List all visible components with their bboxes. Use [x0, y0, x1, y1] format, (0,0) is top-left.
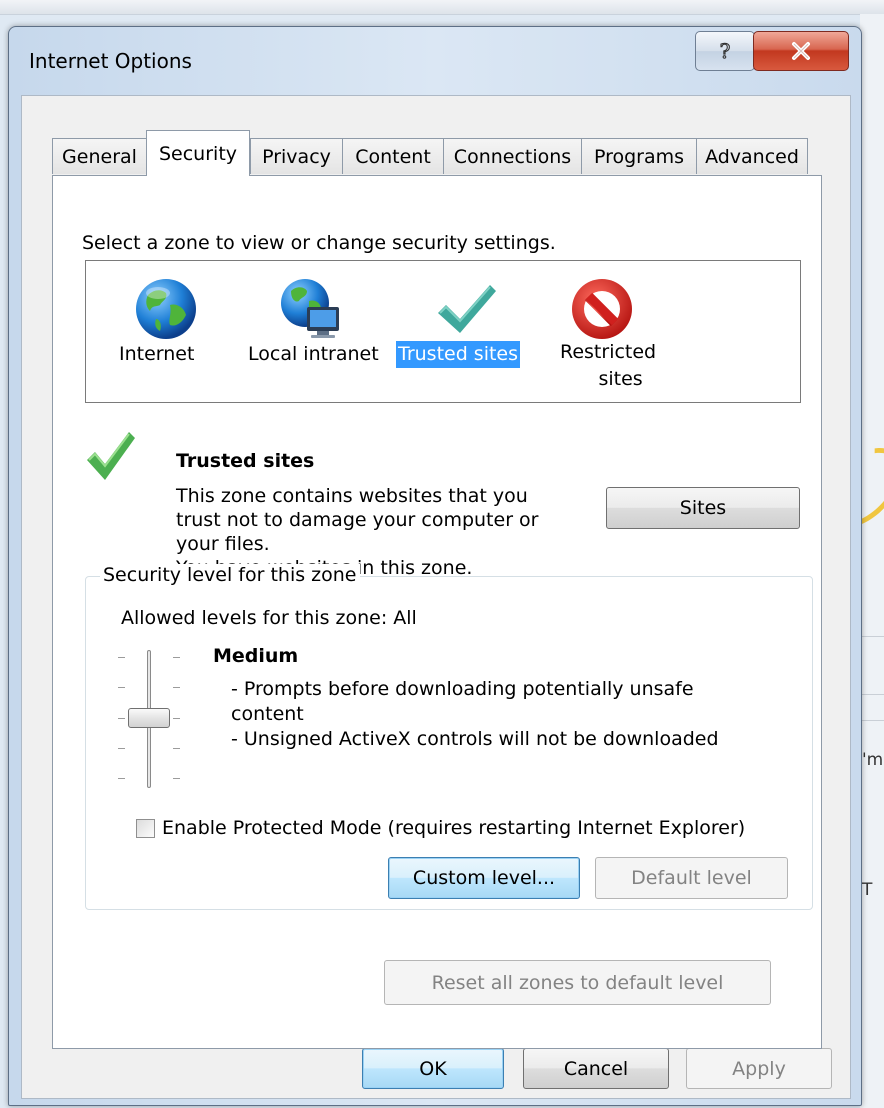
- checkmark-icon: [438, 285, 496, 333]
- zone-label-selected: Trusted sites: [396, 341, 521, 368]
- slider-thumb[interactable]: [128, 708, 170, 728]
- background-text-fragment: 'm: [862, 750, 884, 770]
- protected-mode-label[interactable]: Enable Protected Mode (requires restarti…: [162, 817, 745, 839]
- custom-level-button[interactable]: Custom level...: [388, 857, 580, 899]
- tab-advanced[interactable]: Advanced: [696, 138, 808, 174]
- cancel-button[interactable]: Cancel: [523, 1048, 669, 1089]
- zone-info-description: This zone contains websites that you: [176, 485, 528, 507]
- zone-info-title: Trusted sites: [176, 450, 315, 472]
- internet-options-dialog: Internet Options ? General Security Priv…: [8, 26, 862, 1106]
- protected-mode-checkbox[interactable]: [136, 819, 155, 838]
- slider-tick: [118, 778, 125, 779]
- zone-label: Internet: [119, 343, 195, 365]
- slider-tick: [173, 718, 180, 719]
- slider-tick: [118, 687, 125, 688]
- close-button[interactable]: [753, 31, 849, 71]
- checkmark-icon: [87, 432, 135, 480]
- zone-label-line: Restricted: [560, 341, 657, 363]
- ok-button[interactable]: OK: [362, 1048, 504, 1089]
- level-description: content: [231, 703, 304, 725]
- dialog-title: Internet Options: [29, 49, 192, 73]
- slider-tick: [118, 718, 125, 719]
- background-divider: [862, 720, 884, 721]
- globe-icon: [136, 279, 196, 339]
- dialog-client-area: General Security Privacy Content Connect…: [21, 95, 851, 1099]
- background-divider: [862, 636, 884, 637]
- zone-list: Internet Local intranet Trusted sites Re…: [85, 260, 801, 403]
- background-divider: [862, 694, 884, 695]
- security-tab-panel: Select a zone to view or change security…: [52, 175, 822, 1049]
- slider-tick: [173, 657, 180, 658]
- background-text-fragment: T: [862, 880, 873, 900]
- zone-prompt: Select a zone to view or change security…: [82, 232, 556, 254]
- help-icon: ?: [719, 40, 731, 62]
- apply-button[interactable]: Apply: [686, 1048, 832, 1089]
- title-bar: Internet Options ?: [9, 27, 861, 87]
- slider-tick: [173, 778, 180, 779]
- level-description: - Prompts before downloading potentially…: [231, 678, 694, 700]
- slider-tick: [118, 748, 125, 749]
- slider-tick: [173, 687, 180, 688]
- help-button[interactable]: ?: [695, 31, 755, 71]
- restricted-icon: [572, 279, 632, 339]
- background-window: [860, 14, 884, 1108]
- slider-tick: [173, 748, 180, 749]
- security-level-group: Security level for this zone Allowed lev…: [85, 564, 813, 910]
- sites-button[interactable]: Sites: [606, 487, 800, 529]
- svg-text:?: ?: [720, 40, 731, 62]
- default-level-button[interactable]: Default level: [595, 857, 788, 899]
- reset-all-zones-button[interactable]: Reset all zones to default level: [384, 960, 771, 1005]
- tab-connections[interactable]: Connections: [443, 138, 582, 174]
- security-level-name: Medium: [213, 645, 299, 667]
- zone-label-line: sites: [598, 368, 643, 390]
- zone-info-description: trust not to damage your computer or: [176, 509, 539, 531]
- zone-label: Local intranet: [248, 343, 379, 365]
- tab-privacy[interactable]: Privacy: [250, 138, 343, 174]
- tab-security[interactable]: Security: [146, 130, 250, 176]
- group-legend: Security level for this zone: [100, 564, 360, 586]
- zone-label: Restricted sites: [560, 339, 656, 393]
- close-icon: [792, 42, 810, 60]
- tab-content[interactable]: Content: [342, 138, 444, 174]
- tab-programs[interactable]: Programs: [581, 138, 697, 174]
- zone-info-description: your files.: [176, 533, 270, 555]
- intranet-globe-icon: [281, 279, 339, 338]
- tab-general[interactable]: General: [52, 138, 147, 174]
- level-description: - Unsigned ActiveX controls will not be …: [231, 728, 719, 750]
- allowed-levels-label: Allowed levels for this zone: All: [121, 607, 417, 629]
- background-window-strip: [0, 0, 884, 15]
- slider-tick: [118, 657, 125, 658]
